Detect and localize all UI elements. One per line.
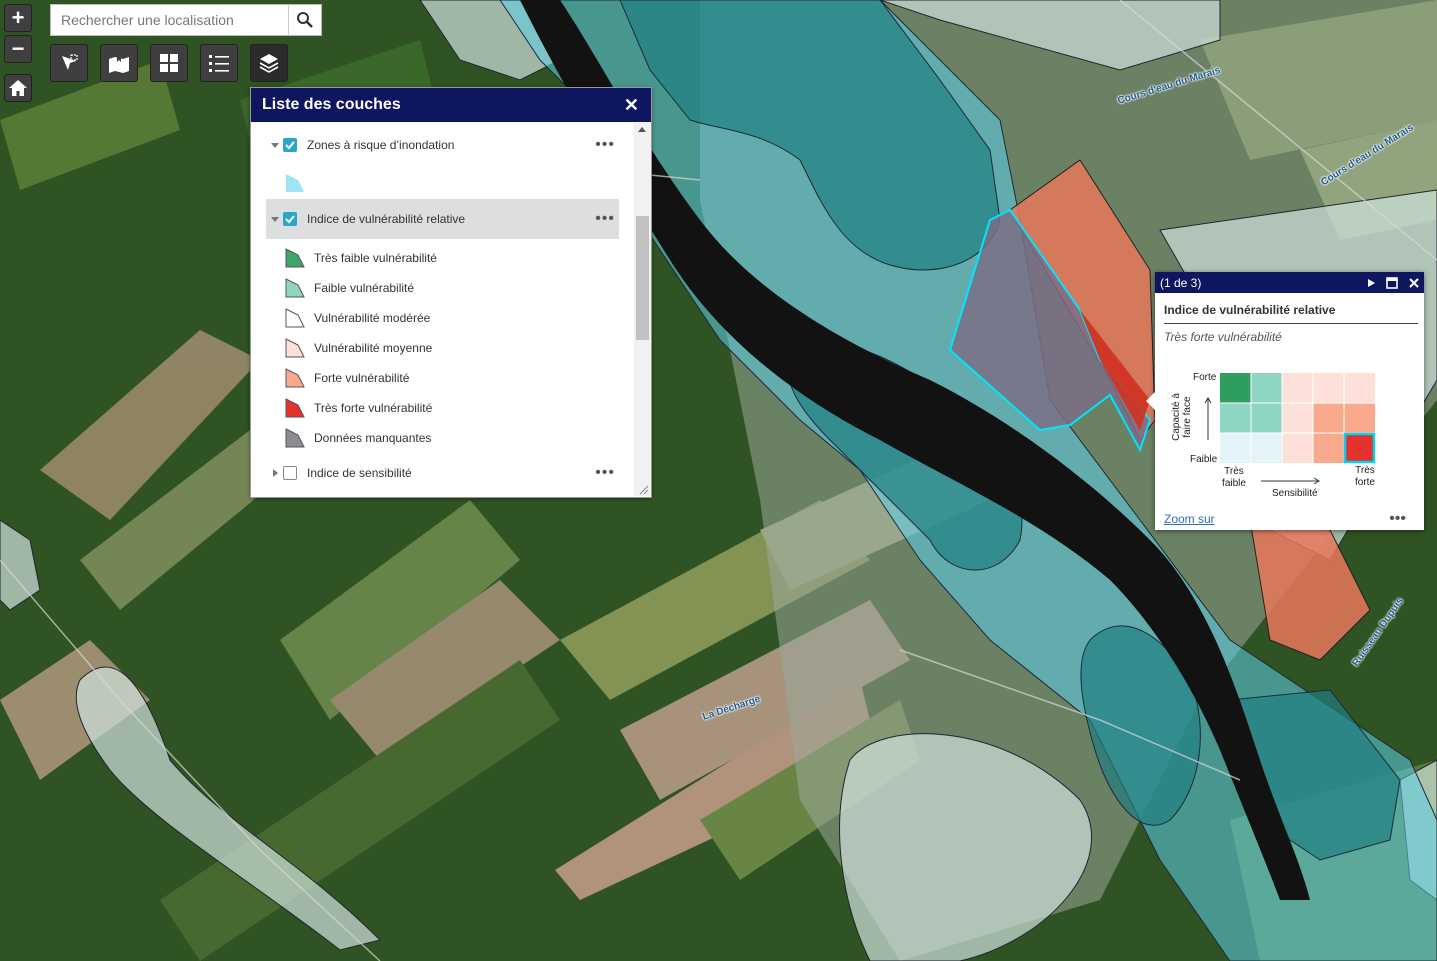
popup-title: Indice de vulnérabilité relative [1164, 303, 1336, 317]
home-icon [9, 80, 27, 96]
legend-swatch-low [285, 278, 305, 298]
layers-button[interactable] [250, 44, 288, 82]
y-arrow-icon [1204, 397, 1212, 440]
scroll-thumb[interactable] [636, 216, 649, 340]
home-button[interactable] [4, 74, 32, 102]
layer-checkbox[interactable] [283, 466, 297, 480]
layer-list-scrollbar[interactable] [634, 122, 651, 496]
layer-row-flood-zones[interactable]: Zones à risque d’inondation ••• [251, 135, 619, 155]
popup-more-button[interactable]: ••• [1389, 510, 1406, 528]
expand-caret-icon[interactable] [271, 216, 279, 222]
layer-list-header: Liste des couches ✕ [251, 88, 651, 122]
expand-caret-icon[interactable] [273, 469, 278, 477]
bookmark-map-icon [109, 55, 129, 73]
zoom-in-button[interactable]: + [4, 4, 32, 32]
legend-item-very-low: Très faible vulnérabilité [284, 247, 437, 269]
layer-list-title: Liste des couches [262, 96, 401, 113]
layer-options-button[interactable]: ••• [595, 464, 615, 482]
layer-list-panel: Liste des couches ✕ Zones à risque d’ino… [250, 87, 652, 498]
legend-swatch-moderate [285, 308, 305, 328]
popup-header: (1 de 3) [1155, 272, 1424, 293]
matrix-y-low: Faible [1190, 454, 1218, 465]
legend-item-moderate: Vulnérabilité modérée [284, 307, 430, 329]
expand-caret-icon[interactable] [271, 142, 279, 148]
layer-options-button[interactable]: ••• [595, 136, 615, 154]
resize-handle-icon[interactable] [639, 485, 649, 495]
scroll-up-icon[interactable] [638, 127, 646, 132]
check-icon [285, 141, 295, 150]
search-button[interactable] [288, 5, 321, 35]
layer-name: Zones à risque d’inondation [307, 138, 455, 152]
flood-zone-swatch [286, 174, 304, 192]
legend-swatch-high [285, 368, 305, 388]
layer-checkbox[interactable] [283, 138, 297, 152]
check-icon [285, 215, 295, 224]
next-icon[interactable] [1366, 278, 1376, 288]
select-tool-icon [62, 54, 78, 70]
legend-list-icon [209, 55, 229, 72]
legend-label: Très faible vulnérabilité [314, 251, 437, 265]
legend-item-high: Forte vulnérabilité [284, 367, 409, 389]
popup-divider [1164, 323, 1418, 324]
popup-subtitle: Très forte vulnérabilité [1164, 330, 1282, 344]
zoom-to-link[interactable]: Zoom sur [1164, 512, 1215, 526]
bookmark-map-button[interactable] [100, 44, 138, 82]
legend-item-medium: Vulnérabilité moyenne [284, 337, 432, 359]
layer-checkbox[interactable] [283, 212, 297, 226]
legend-item-low: Faible vulnérabilité [284, 277, 414, 299]
legend-swatch-very-high [285, 398, 305, 418]
basemap-gallery-icon [160, 54, 178, 72]
close-icon[interactable]: ✕ [624, 95, 639, 116]
zoom-out-button[interactable]: − [4, 35, 32, 63]
layer-name: Indice de vulnérabilité relative [307, 212, 466, 226]
legend-label: Forte vulnérabilité [314, 371, 410, 385]
legend-list-button[interactable] [200, 44, 238, 82]
basemap-gallery-button[interactable] [150, 44, 188, 82]
matrix-x-title: Sensibilité [1272, 488, 1318, 499]
search-icon [297, 12, 313, 28]
legend-label: Faible vulnérabilité [314, 281, 415, 295]
legend-label: Vulnérabilité modérée [314, 311, 431, 325]
layer-row-sensitivity[interactable]: Indice de sensibilité ••• [251, 463, 619, 483]
select-tool-button[interactable] [50, 44, 88, 82]
matrix-y-title: Capacité à faire face [1171, 393, 1193, 441]
x-arrow-icon [1261, 477, 1320, 485]
maximize-icon[interactable] [1386, 276, 1398, 289]
legend-label: Très forte vulnérabilité [314, 401, 433, 415]
matrix-y-high: Forte [1193, 372, 1217, 383]
search-input[interactable] [51, 5, 289, 35]
layer-options-button[interactable]: ••• [595, 210, 615, 228]
popup-pointer [1146, 392, 1155, 410]
layer-row-vulnerability[interactable]: Indice de vulnérabilité relative ••• [266, 199, 619, 239]
legend-item-very-high: Très forte vulnérabilité [284, 397, 432, 419]
layer-name: Indice de sensibilité [307, 466, 412, 480]
popup-controls [1366, 276, 1420, 289]
search-box [50, 4, 322, 36]
legend-label: Vulnérabilité moyenne [314, 341, 433, 355]
feature-popup: (1 de 3) Indice de vulnérabilité relativ… [1146, 272, 1424, 530]
popup-counter: (1 de 3) [1160, 275, 1202, 290]
matrix-x-low: Très faible [1222, 466, 1246, 489]
matrix-x-high: Très forte [1354, 465, 1375, 488]
matrix-grid [1220, 373, 1376, 464]
legend-swatch-medium [285, 338, 305, 358]
legend-item-missing: Données manquantes [284, 427, 431, 449]
layers-icon [259, 54, 279, 73]
legend-swatch-very-low [285, 248, 305, 268]
legend-swatch-missing [285, 428, 305, 448]
legend-label: Données manquantes [314, 431, 432, 445]
close-icon[interactable] [1408, 277, 1420, 289]
